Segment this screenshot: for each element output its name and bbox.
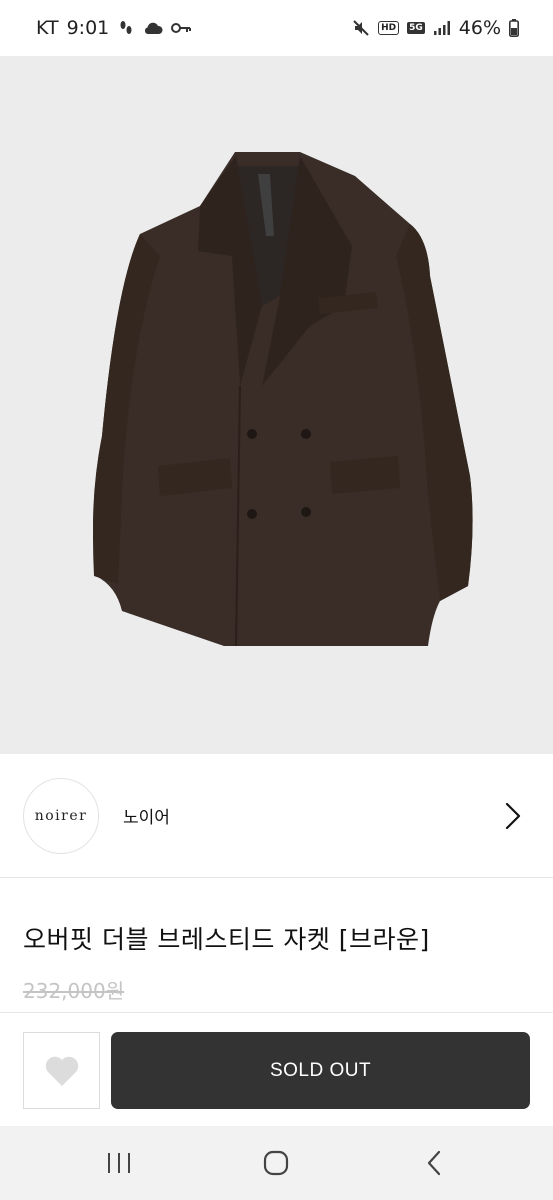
- status-right: HD 5G 46%: [352, 17, 519, 39]
- product-price: 232,000원: [23, 979, 125, 1003]
- footsteps-icon: [117, 19, 135, 37]
- wishlist-button[interactable]: [23, 1032, 100, 1109]
- key-icon: [171, 22, 192, 34]
- seller-name: 노이어: [123, 808, 170, 828]
- seller-row[interactable]: noirer 노이어: [0, 756, 553, 878]
- heart-icon: [45, 1056, 78, 1086]
- navigation-bar: [0, 1126, 553, 1200]
- seller-logo: noirer: [23, 778, 99, 854]
- product-image[interactable]: [0, 56, 553, 754]
- status-bar: KT 9:01 HD 5G 46%: [0, 0, 553, 56]
- cloud-icon: [143, 21, 163, 35]
- hd-icon: HD: [378, 21, 400, 35]
- recent-apps-icon[interactable]: [89, 1138, 149, 1188]
- home-icon[interactable]: [246, 1138, 306, 1188]
- status-left: KT 9:01: [36, 17, 192, 39]
- battery-icon: [509, 19, 519, 37]
- mute-icon: [352, 19, 370, 37]
- chevron-right-icon[interactable]: [503, 801, 523, 831]
- action-bar: SOLD OUT: [0, 1012, 553, 1126]
- signal-icon: [433, 20, 451, 36]
- jacket-illustration: [0, 56, 553, 754]
- carrier-label: KT: [36, 17, 59, 39]
- back-icon[interactable]: [404, 1138, 464, 1188]
- clock: 9:01: [66, 17, 110, 39]
- sold-out-button[interactable]: SOLD OUT: [111, 1032, 530, 1109]
- product-title: 오버핏 더블 브레스티드 자켓 [브라운]: [23, 925, 430, 954]
- seller-logo-text: noirer: [34, 808, 88, 824]
- battery-percent: 46%: [458, 17, 501, 39]
- 5g-icon: 5G: [407, 22, 425, 34]
